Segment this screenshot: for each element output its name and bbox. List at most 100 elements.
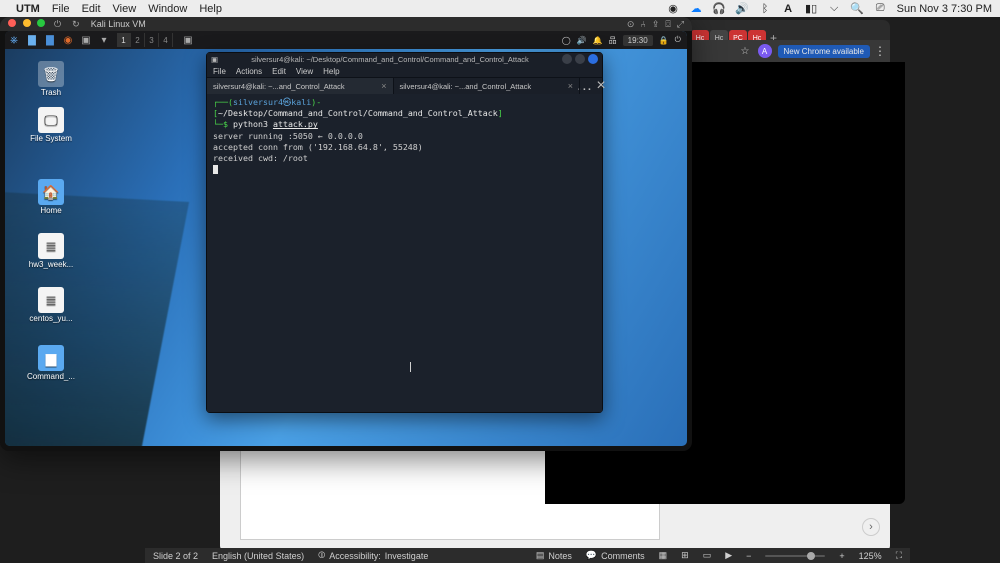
doc-nav-next[interactable]: ›	[862, 518, 880, 536]
panel-folder-icon[interactable]: ▇	[23, 32, 41, 48]
utm-resize-icon[interactable]: ⤢	[677, 19, 684, 30]
term-menu-actions[interactable]: Actions	[236, 67, 262, 76]
zoom-in-icon[interactable]: +	[839, 551, 844, 561]
utm-traffic-lights[interactable]	[8, 19, 49, 29]
workspace-1[interactable]: 1	[117, 33, 131, 47]
document-icon: ≣	[38, 287, 64, 313]
workspace-3[interactable]: 3	[145, 33, 159, 47]
terminal-output-line: server running :5050 ← 0.0.0.0	[213, 131, 596, 142]
term-menu-file[interactable]: File	[213, 67, 226, 76]
view-reading-icon[interactable]: ▭	[703, 550, 712, 561]
mac-menu-edit[interactable]: Edit	[82, 3, 101, 15]
workspace-4[interactable]: 4	[159, 33, 173, 47]
bookmark-star-icon[interactable]: ☆	[741, 46, 750, 57]
mac-menu-view[interactable]: View	[113, 3, 137, 15]
terminal-maximize-icon[interactable]	[575, 54, 585, 64]
status-dot-icon[interactable]: ◉	[667, 2, 680, 15]
volume-icon[interactable]: 🔊	[736, 2, 749, 15]
a11y-icon: ⦷	[318, 550, 325, 561]
view-normal-icon[interactable]: ▦	[659, 550, 668, 561]
workspace-2[interactable]: 2	[131, 33, 145, 47]
chrome-update-pill[interactable]: New Chrome available	[778, 45, 870, 58]
kali-panel: ⎈ ▇ ▇ ◉ ▣ ▾ 1 2 3 4 ▣ ◯ 🔊 🔔 品 19:30 🔒 ⏻	[5, 31, 687, 49]
terminal-app-icon: ▣	[211, 55, 221, 64]
panel-folder2-icon[interactable]: ▇	[41, 32, 59, 48]
tab-label: silversur4@kali: ~...and_Control_Attack	[213, 82, 345, 91]
app-name[interactable]: UTM	[16, 3, 40, 15]
utm-drive-icon[interactable]: ⊙	[627, 19, 635, 30]
desktop-icon-home[interactable]: 🏠 Home	[25, 179, 77, 216]
terminal-tab-1[interactable]: silversur4@kali: ~...and_Control_Attack …	[207, 78, 394, 94]
terminal-output-line: accepted conn from ('192.168.64.8', 5524…	[213, 142, 596, 153]
desktop-icon-command[interactable]: ▆ Command_...	[25, 345, 77, 382]
mac-menu-window[interactable]: Window	[148, 3, 187, 15]
search-icon[interactable]: 🔍	[851, 2, 864, 15]
workspace-switcher[interactable]: 1 2 3 4	[117, 33, 173, 47]
battery-icon[interactable]: ▮▯	[805, 2, 818, 15]
panel-network-icon[interactable]: 品	[609, 35, 617, 46]
mac-menu-file[interactable]: File	[52, 3, 70, 15]
maximize-icon[interactable]	[37, 19, 45, 27]
panel-firefox-icon[interactable]: ◉	[59, 32, 77, 48]
comments-button[interactable]: 💬 Comments	[586, 550, 645, 561]
control-center-icon[interactable]: ⎚	[874, 2, 887, 15]
panel-power-icon[interactable]: ⏻	[675, 35, 681, 45]
slide-indicator[interactable]: Slide 2 of 2	[153, 551, 198, 561]
utm-restart-icon[interactable]: ↻	[72, 19, 80, 30]
icon-label: hw3_week...	[25, 261, 77, 270]
wifi-icon[interactable]: ⌵	[828, 2, 841, 15]
tab-close-icon[interactable]: ×	[568, 81, 573, 91]
utm-capture-icon[interactable]: ⌼	[665, 19, 670, 30]
kali-desktop[interactable]: ⎈ ▇ ▇ ◉ ▣ ▾ 1 2 3 4 ▣ ◯ 🔊 🔔 品 19:30 🔒 ⏻	[5, 31, 687, 446]
profile-avatar[interactable]: A	[758, 44, 772, 58]
term-menu-help[interactable]: Help	[323, 67, 339, 76]
utm-share-icon[interactable]: ⇪	[652, 19, 660, 30]
desktop-icon-centos[interactable]: ≣ centos_yu...	[25, 287, 77, 324]
tab-close-icon[interactable]: ×	[381, 81, 386, 91]
mac-clock[interactable]: Sun Nov 3 7:30 PM	[897, 3, 992, 15]
utm-power-icon[interactable]: ⏻	[54, 19, 61, 30]
bluetooth-icon[interactable]: ᛒ	[759, 2, 772, 15]
panel-terminal-icon[interactable]: ▣	[77, 32, 95, 48]
panel-notify-icon[interactable]: 🔔	[593, 36, 603, 45]
terminal-tab-overflow[interactable]: … ×	[580, 78, 602, 94]
panel-record-icon[interactable]: ◯	[562, 36, 571, 45]
terminal-titlebar[interactable]: ▣ silversur4@kali: ~/Desktop/Command_and…	[207, 53, 602, 65]
close-icon[interactable]	[8, 19, 16, 27]
panel-app-icon[interactable]: ▾	[95, 32, 113, 48]
terminal-body[interactable]: ┌──(silversur4㉿kali)-[~/Desktop/Command_…	[207, 94, 602, 412]
utm-titlebar[interactable]: ⏻ ↻ Kali Linux VM ⊙ ⑃ ⇪ ⌼ ⤢	[0, 17, 692, 31]
accessibility-indicator[interactable]: ⦷ Accessibility: Investigate	[318, 550, 428, 561]
zoom-percent[interactable]: 125%	[859, 551, 882, 561]
panel-running-app-icon[interactable]: ▣	[179, 32, 197, 48]
panel-volume-icon[interactable]: 🔊	[577, 36, 587, 45]
fullscreen-icon[interactable]: ⛶	[896, 550, 902, 561]
terminal-window[interactable]: ▣ silversur4@kali: ~/Desktop/Command_and…	[206, 52, 603, 413]
terminal-tab-2[interactable]: silversur4@kali: ~...and_Control_Attack …	[394, 78, 581, 94]
kali-menu-icon[interactable]: ⎈	[5, 32, 23, 48]
panel-lock-icon[interactable]: 🔒	[659, 36, 669, 45]
terminal-close-icon[interactable]	[588, 54, 598, 64]
headphones-icon[interactable]: 🎧	[713, 2, 726, 15]
language-indicator[interactable]: English (United States)	[212, 551, 304, 561]
icon-label: centos_yu...	[25, 315, 77, 324]
zoom-slider[interactable]	[765, 555, 825, 557]
chrome-menu-icon[interactable]: ⋮	[874, 44, 886, 58]
minimize-icon[interactable]	[23, 19, 31, 27]
messenger-icon[interactable]: ☁	[690, 2, 703, 15]
view-slideshow-icon[interactable]: ▶	[725, 550, 732, 561]
terminal-menubar: File Actions Edit View Help	[207, 65, 602, 78]
mac-menu-help[interactable]: Help	[199, 3, 222, 15]
letter-a-icon[interactable]: A	[782, 2, 795, 15]
view-grid-icon[interactable]: ⊞	[681, 550, 689, 561]
term-menu-view[interactable]: View	[296, 67, 313, 76]
term-menu-edit[interactable]: Edit	[272, 67, 286, 76]
notes-button[interactable]: ▤ Notes	[536, 550, 572, 561]
utm-usb-icon[interactable]: ⑃	[640, 19, 645, 30]
desktop-icon-filesystem[interactable]: 🖵 File System	[25, 107, 77, 144]
terminal-minimize-icon[interactable]	[562, 54, 572, 64]
desktop-icon-trash[interactable]: 🗑 Trash	[25, 61, 77, 98]
panel-clock[interactable]: 19:30	[623, 35, 653, 46]
desktop-icon-hw3[interactable]: ≣ hw3_week...	[25, 233, 77, 270]
zoom-out-icon[interactable]: −	[746, 551, 751, 561]
